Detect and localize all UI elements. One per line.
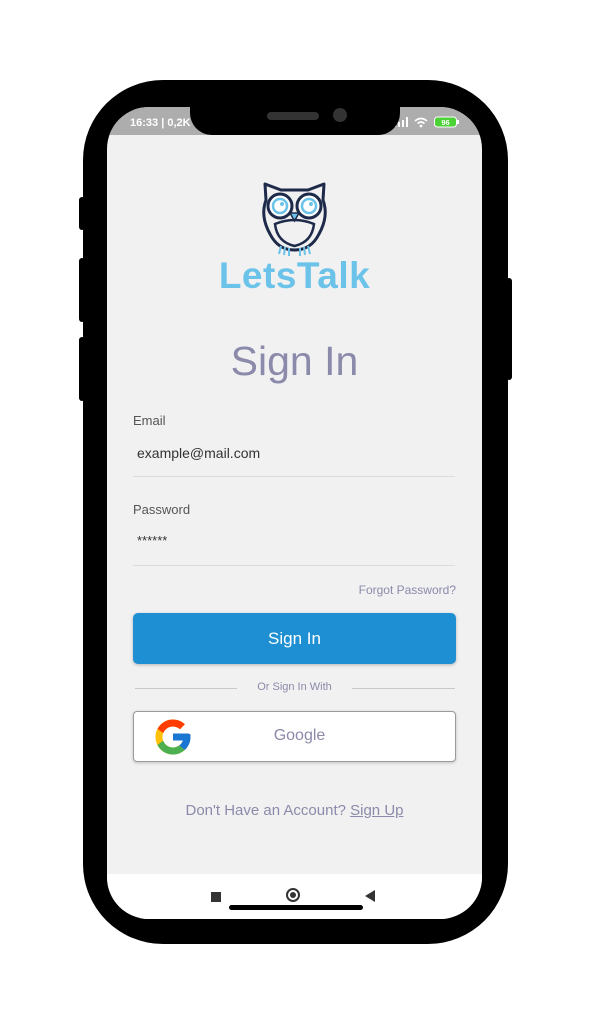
- sign-up-link[interactable]: Sign Up: [350, 802, 403, 819]
- phone-volume-down-button: [79, 337, 85, 401]
- brand-name: LetsTalk: [218, 255, 371, 296]
- google-button-label: Google: [273, 727, 326, 744]
- nav-recents-icon[interactable]: [211, 892, 221, 902]
- forgot-password-link[interactable]: Forgot Password?: [359, 583, 456, 597]
- email-field-underline: [133, 476, 455, 477]
- signup-row: Don't Have an Account? Sign Up: [107, 802, 482, 819]
- divider-text: Or Sign In With: [257, 681, 332, 693]
- sign-in-button[interactable]: Sign In: [133, 613, 456, 664]
- signup-prompt: Don't Have an Account?: [185, 802, 346, 819]
- app-screen: 16:33 | 0,2K 96 LetsTalk Sign In Email e…: [107, 107, 482, 919]
- speaker-grille: [267, 112, 319, 120]
- owl-logo-icon: [262, 182, 327, 256]
- password-label: Password: [133, 502, 191, 517]
- google-sign-in-button[interactable]: Google: [133, 711, 456, 762]
- home-indicator: [229, 905, 363, 910]
- password-field[interactable]: ******: [137, 533, 167, 548]
- email-label: Email: [133, 413, 166, 428]
- phone-volume-up-button: [79, 258, 85, 322]
- front-camera: [333, 108, 347, 122]
- phone-power-button: [506, 278, 512, 380]
- email-field[interactable]: example@mail.com: [137, 445, 260, 461]
- battery-icon: 96: [434, 116, 459, 128]
- page-title: Sign In: [230, 338, 359, 384]
- android-nav-bar: [107, 874, 482, 919]
- password-field-underline: [133, 565, 455, 566]
- status-icons: 96: [394, 116, 460, 128]
- battery-level: 96: [441, 118, 449, 127]
- phone-notch: [190, 107, 400, 135]
- divider-right: [352, 688, 455, 689]
- status-time: 16:33 | 0,2K: [130, 117, 191, 129]
- wifi-icon: [414, 117, 428, 127]
- nav-home-icon[interactable]: [286, 888, 300, 902]
- nav-back-icon[interactable]: [365, 890, 375, 902]
- phone-side-button: [79, 197, 85, 230]
